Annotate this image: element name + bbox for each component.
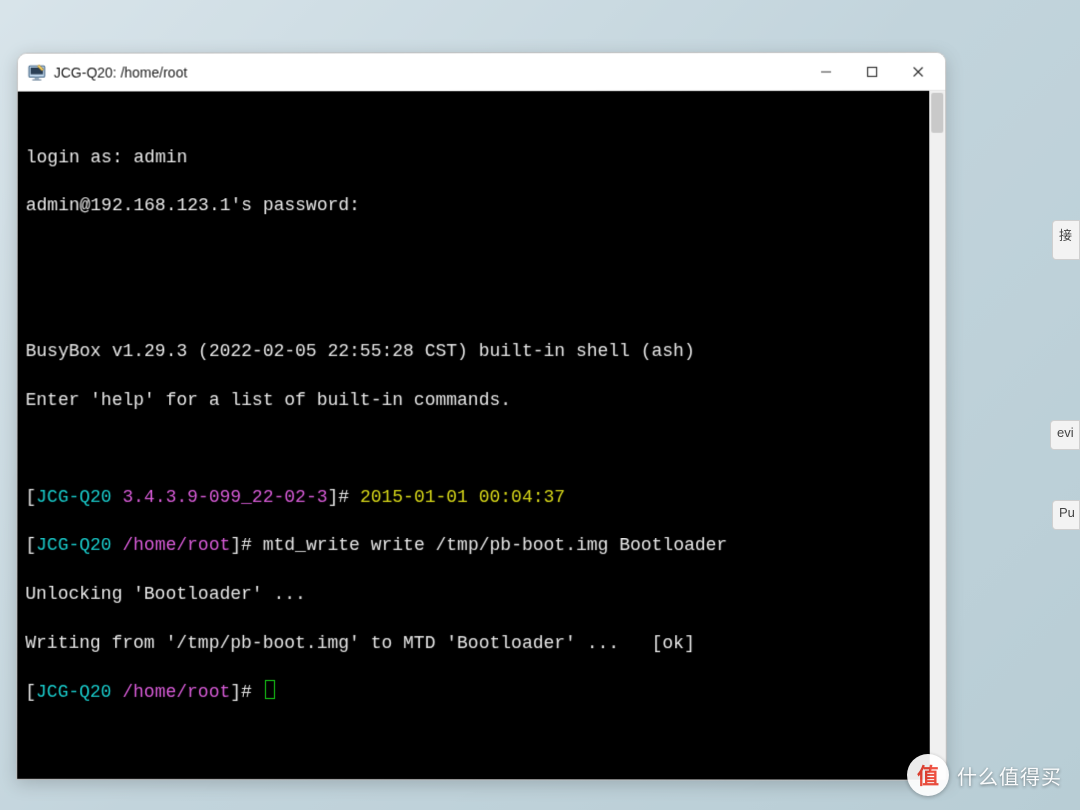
close-button[interactable] [895,55,941,87]
window-title: JCG-Q20: /home/root [54,63,803,80]
cursor [265,680,275,699]
login-user: admin [134,148,188,168]
prompt-path: /home/root [122,683,230,703]
putty-window: JCG-Q20: /home/root login as: admin admi… [16,52,947,781]
prompt-version: 3.4.3.9-099_22-02-3 [123,488,328,508]
minimize-button[interactable] [803,55,849,87]
prompt-host: JCG-Q20 [36,488,111,508]
output-line: Writing from '/tmp/pb-boot.img' to MTD '… [25,633,695,653]
prompt-bracket: ]# [230,536,262,556]
putty-icon [28,63,46,81]
watermark: 值 什么值得买 [907,754,1062,796]
prompt-bracket: [ [25,536,36,556]
prompt-bracket: [ [25,488,36,508]
prompt-bracket: ]# [328,488,360,508]
background-fragment: evi [1050,420,1080,450]
prompt-bracket: ]# [230,683,262,703]
prompt-bracket: [ [25,683,36,703]
prompt-path: /home/root [122,536,230,556]
background-fragment: 接 [1052,220,1080,260]
scrollbar-thumb[interactable] [931,93,943,133]
prompt-timestamp: 2015-01-01 00:04:37 [360,488,565,508]
watermark-badge-icon: 值 [907,754,949,796]
help-hint: Enter 'help' for a list of built-in comm… [26,391,512,411]
prompt-host: JCG-Q20 [36,536,112,556]
watermark-text: 什么值得买 [957,761,1062,790]
maximize-button[interactable] [849,55,895,87]
prompt-host: JCG-Q20 [36,683,112,703]
terminal-area[interactable]: login as: admin admin@192.168.123.1's pa… [17,91,946,780]
window-controls [803,55,941,87]
background-fragment: Pu [1052,500,1080,530]
login-label: login as: [26,148,134,168]
command: mtd_write write /tmp/pb-boot.img Bootloa… [263,536,728,556]
busybox-banner: BusyBox v1.29.3 (2022-02-05 22:55:28 CST… [26,342,695,362]
output-line: Unlocking 'Bootloader' ... [25,585,306,605]
titlebar[interactable]: JCG-Q20: /home/root [18,53,945,92]
password-prompt: admin@192.168.123.1's password: [26,196,360,216]
